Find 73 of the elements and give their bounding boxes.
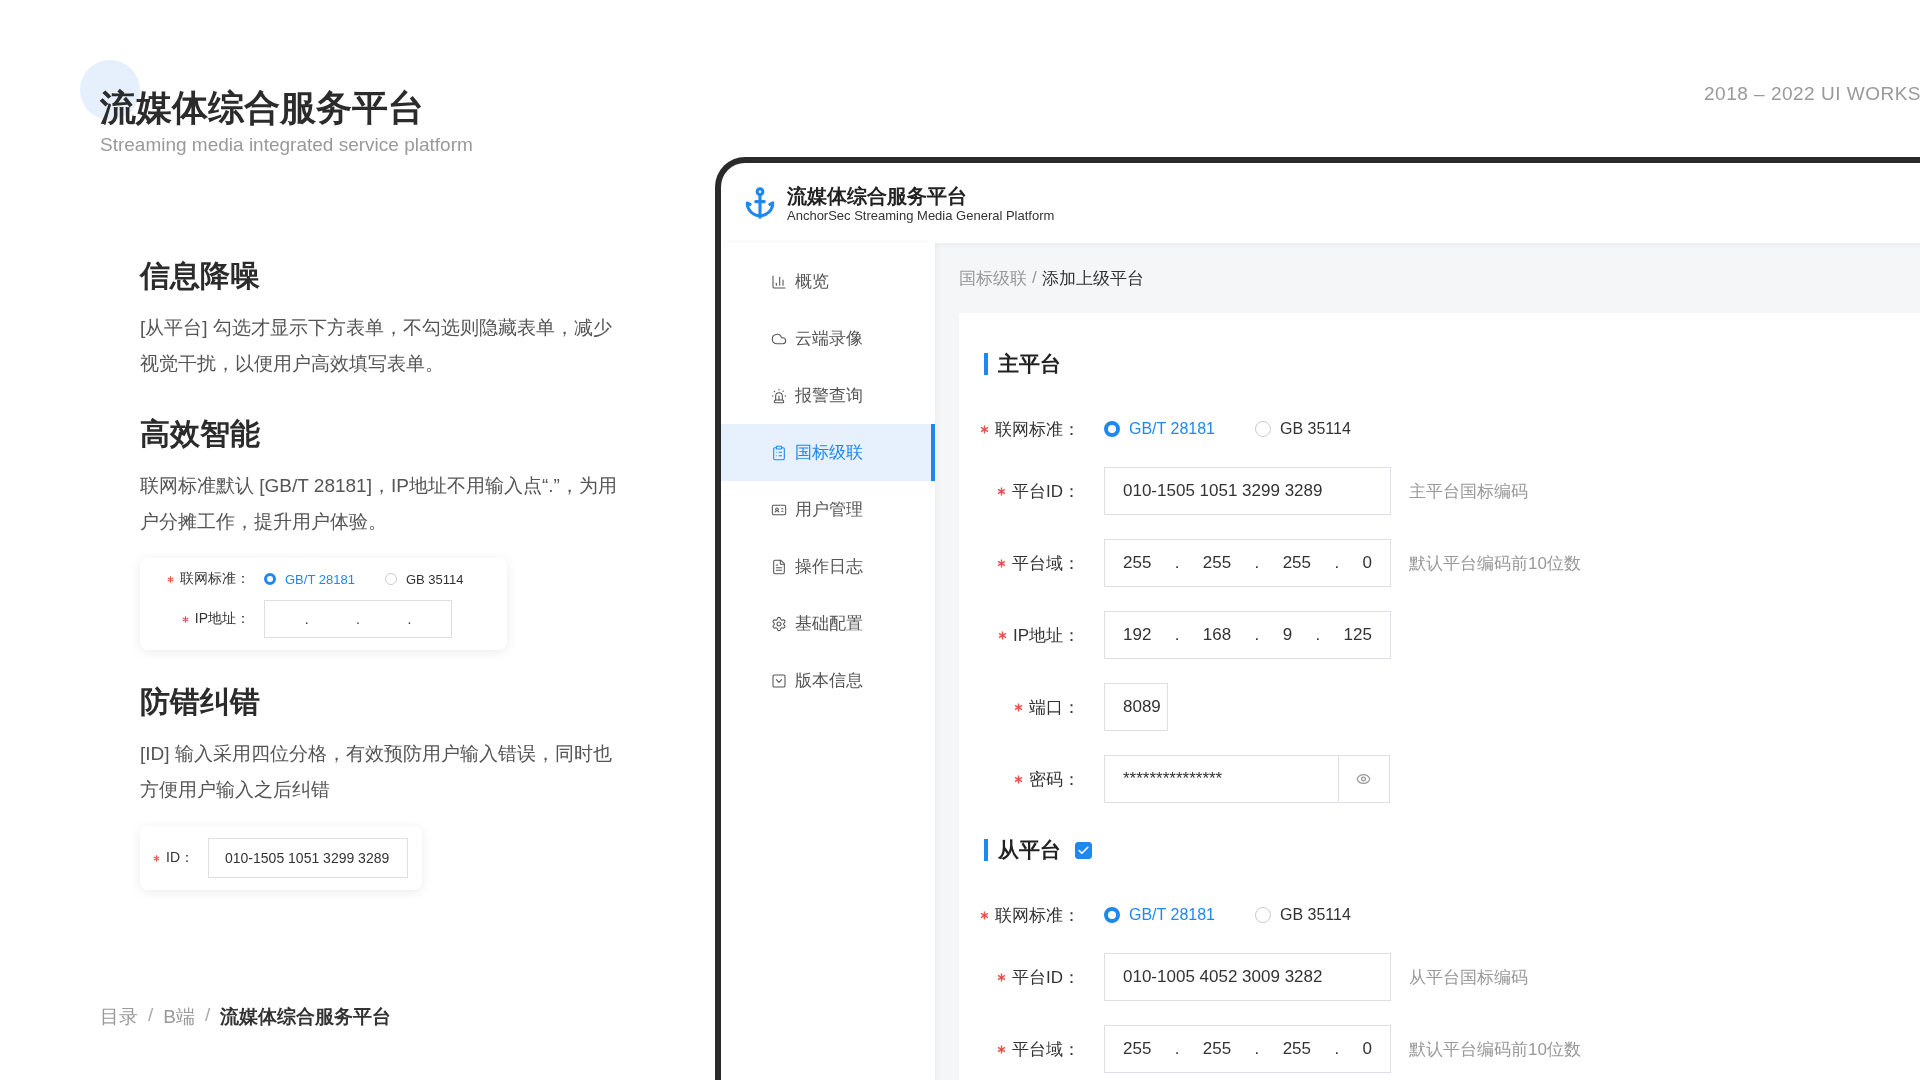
radio-icon[interactable] — [1104, 907, 1120, 923]
radio-option[interactable]: GB/T 28181 — [1104, 906, 1215, 924]
input-field[interactable]: 8089 — [1104, 683, 1168, 731]
nav-item[interactable]: 用户管理 — [721, 481, 935, 538]
section-title: 从平台 — [984, 839, 1061, 861]
nav-icon — [771, 273, 787, 290]
nav-icon — [771, 444, 787, 461]
nav-icon — [771, 672, 787, 689]
nav-item[interactable]: 报警查询 — [721, 367, 935, 424]
radio-icon[interactable] — [1104, 421, 1120, 437]
input-field[interactable]: 010-1505 1051 3299 3289 — [208, 838, 408, 878]
feature-heading: 信息降噪 — [140, 258, 261, 294]
ip-field[interactable]: 192 . 168 . 9 . 125 — [1104, 611, 1391, 659]
radio-icon[interactable] — [1255, 421, 1271, 437]
anchor-logo-icon — [743, 186, 777, 220]
page-subtitle: Streaming media integrated service platform — [100, 134, 474, 156]
page-title: 流媒体综合服务平台 — [100, 86, 425, 130]
nav-item[interactable]: 基础配置 — [721, 595, 935, 652]
feature-heading: 防错纠错 — [140, 684, 261, 720]
breadcrumb-separator: / — [148, 1004, 154, 1027]
ip-field[interactable]: . . . — [264, 600, 452, 638]
nav-item[interactable]: 版本信息 — [721, 652, 935, 709]
radio-icon[interactable] — [264, 573, 276, 585]
nav-icon — [771, 558, 787, 575]
field-label: 联网标准： — [995, 904, 1080, 927]
brand-subtitle: AnchorSec Streaming Media General Platform — [787, 207, 1055, 223]
field-label: 平台域： — [1012, 1038, 1080, 1061]
feature-description: [从平台] 勾选才显示下方表单，不勾选则隐藏表单，减少视觉干扰，以便用户高效填写表单。 — [140, 316, 613, 376]
breadcrumb-separator: / — [204, 1004, 211, 1027]
radio-option[interactable]: GB/T 28181 — [264, 571, 355, 587]
ip-field[interactable]: 255 . 255 . 255 . 0 — [1104, 1025, 1391, 1073]
breadcrumb-item: 目录 — [100, 1005, 138, 1029]
input-field[interactable]: 010-1505 1051 3299 3289 — [1104, 467, 1391, 515]
feature-heading: 高效智能 — [140, 416, 261, 452]
nav-icon — [771, 387, 787, 404]
radio-option[interactable]: GB/T 28181 — [1104, 420, 1215, 438]
check-icon — [1077, 843, 1090, 857]
field-label: 平台ID： — [1012, 480, 1080, 503]
input-field[interactable]: 010-1005 4052 3009 3282 — [1104, 953, 1391, 1001]
field-label: IP地址： — [1012, 624, 1080, 647]
field-label: 平台ID： — [1012, 966, 1080, 989]
field-label: 联网标准： — [995, 418, 1080, 441]
field-label: 密码： — [1029, 768, 1080, 791]
field-hint: 主平台国标编码 — [1409, 480, 1528, 503]
feature-description: 联网标准默认 [GB/T 28181]，IP地址不用输入点“.”，为用户分摊工作，提升用户体验。 — [140, 474, 618, 534]
field-label: 平台域： — [1012, 552, 1080, 575]
field-label: 联网标准： — [180, 570, 250, 588]
password-field[interactable]: *************** — [1104, 755, 1339, 803]
brand-title: 流媒体综合服务平台 — [787, 183, 968, 208]
section-title: 主平台 — [984, 353, 1061, 375]
breadcrumb-item: 流媒体综合服务平台 — [220, 1005, 392, 1029]
nav-item[interactable]: 云端录像 — [721, 310, 935, 367]
breadcrumb-item: B端 — [163, 1005, 195, 1029]
radio-icon[interactable] — [1255, 907, 1271, 923]
nav-item[interactable]: 操作日志 — [721, 538, 935, 595]
field-label: 端口： — [1029, 696, 1080, 719]
field-hint: 默认平台编码前10位数 — [1409, 552, 1581, 575]
radio-icon[interactable] — [384, 573, 397, 585]
radio-option[interactable]: GB 35114 — [384, 571, 464, 587]
field-hint: 从平台国标编码 — [1409, 966, 1528, 989]
field-hint: 默认平台编码前10位数 — [1409, 1038, 1581, 1061]
feature-description: [ID] 输入采用四位分格，有效预防用户输入错误，同时也方便用户输入之后纠错 — [140, 742, 613, 802]
ip-field[interactable]: 255 . 255 . 255 . 0 — [1104, 539, 1391, 587]
radio-option[interactable]: GB 35114 — [1255, 420, 1351, 438]
field-label: IP地址： — [194, 610, 250, 628]
nav-icon — [771, 615, 787, 632]
years-label: 2018 – 2022 UI WORKS — [1704, 82, 1920, 106]
nav-item[interactable]: 概览 — [721, 253, 935, 310]
checkbox[interactable] — [1075, 841, 1092, 859]
field-label: ID： — [166, 849, 194, 867]
radio-option[interactable]: GB 35114 — [1255, 906, 1351, 924]
breadcrumb-separator: / — [1032, 268, 1037, 288]
breadcrumb-item: 添加上级平台 — [1041, 267, 1144, 290]
